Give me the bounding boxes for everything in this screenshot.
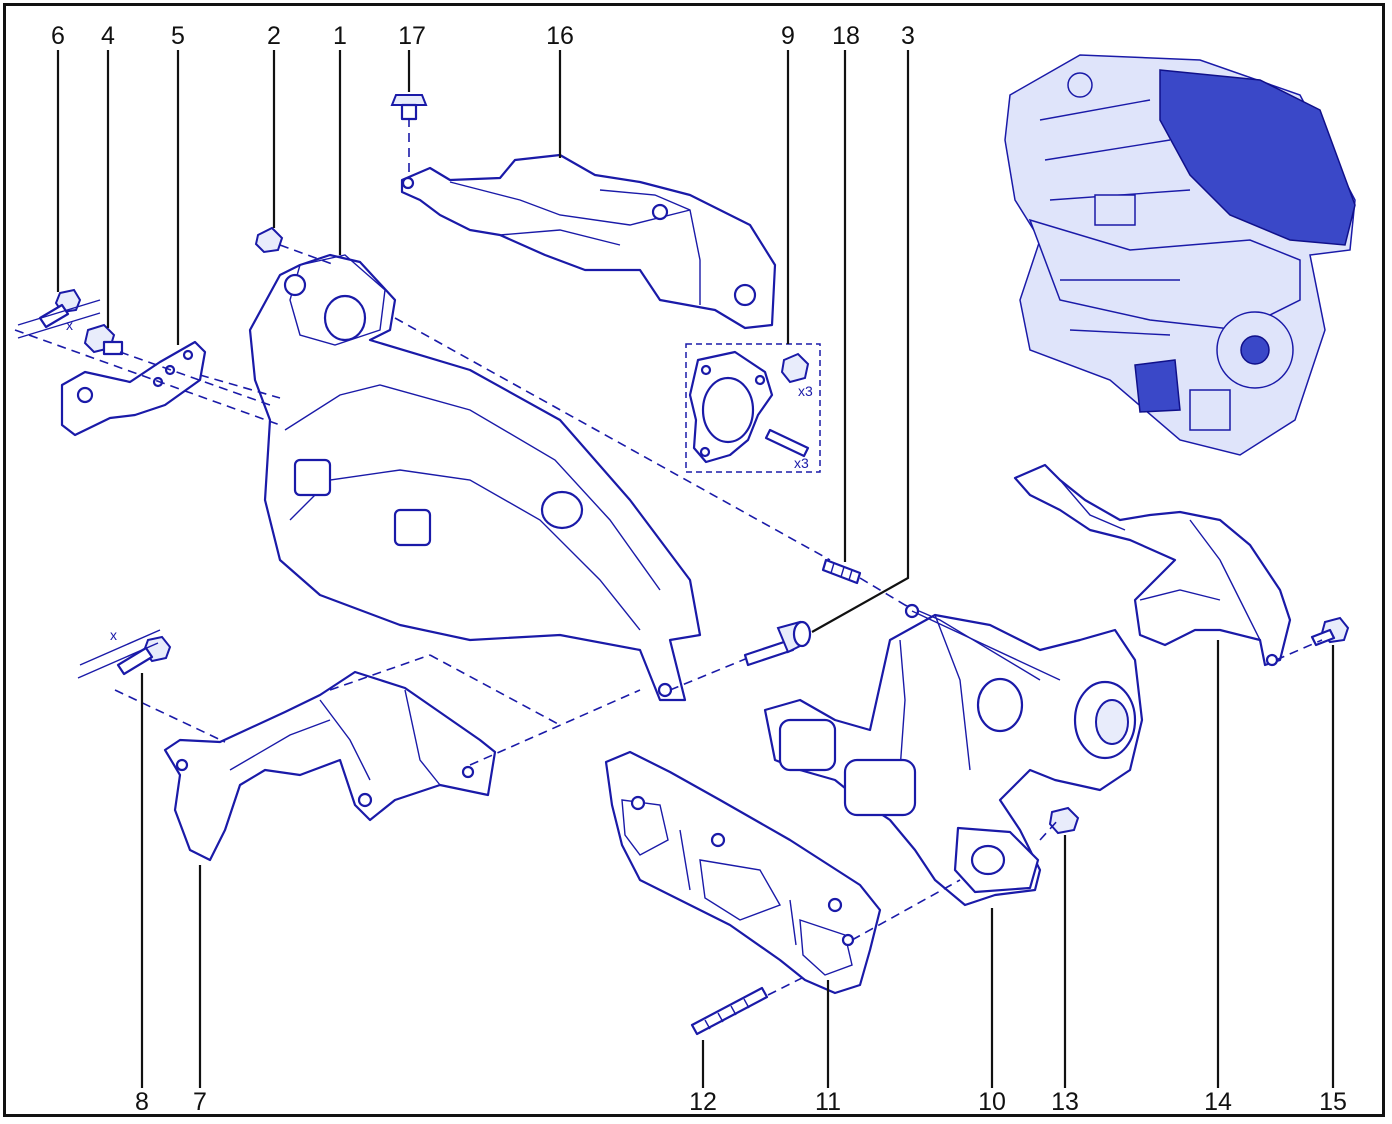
callout-11: 11 bbox=[815, 1088, 841, 1116]
callout-3: 3 bbox=[901, 22, 915, 50]
callout-2: 2 bbox=[267, 22, 281, 50]
callout-10: 10 bbox=[978, 1088, 1006, 1116]
nut-13 bbox=[1048, 806, 1080, 835]
exhaust-gasket-11 bbox=[604, 750, 882, 995]
bolt-3 bbox=[743, 620, 812, 667]
bracket-7 bbox=[163, 670, 497, 862]
callout-5: 5 bbox=[171, 22, 185, 50]
catalytic-converter bbox=[248, 253, 702, 702]
callout-13: 13 bbox=[1051, 1088, 1079, 1116]
callout-9: 9 bbox=[781, 22, 795, 50]
qty-nut-label: x3 bbox=[798, 383, 813, 399]
callout-16: 16 bbox=[546, 22, 574, 50]
dimension-x-top: x bbox=[66, 317, 73, 333]
callout-1: 1 bbox=[333, 22, 347, 50]
callout-12: 12 bbox=[689, 1088, 717, 1116]
turbo-heat-shield-14 bbox=[1013, 463, 1292, 667]
callout-4: 4 bbox=[101, 22, 115, 50]
bracket-5 bbox=[60, 340, 207, 437]
dimension-x-bottom: x bbox=[110, 627, 117, 643]
callout-14: 14 bbox=[1204, 1088, 1232, 1116]
stud-18 bbox=[821, 558, 862, 585]
gasket-kit-9: x3 x3 bbox=[685, 343, 821, 473]
callout-18: 18 bbox=[832, 22, 860, 50]
bolt-17 bbox=[390, 94, 428, 178]
qty-stud-label: x3 bbox=[794, 455, 809, 471]
upper-heat-shield bbox=[400, 153, 777, 330]
exploded-parts-diagram: x3 x3 x x 6 4 5 2 1 17 16 9 18 3 8 7 12 … bbox=[14, 22, 1356, 1116]
callout-6: 6 bbox=[51, 22, 65, 50]
bolt-8 bbox=[77, 629, 172, 679]
stud-12 bbox=[690, 986, 769, 1036]
callout-17: 17 bbox=[398, 22, 426, 50]
callout-7: 7 bbox=[193, 1088, 207, 1116]
callout-15: 15 bbox=[1319, 1088, 1347, 1116]
callout-8: 8 bbox=[135, 1088, 149, 1116]
bolt-15 bbox=[1310, 616, 1350, 647]
bolt-4 bbox=[83, 323, 124, 356]
engine-illustration bbox=[1004, 54, 1356, 456]
